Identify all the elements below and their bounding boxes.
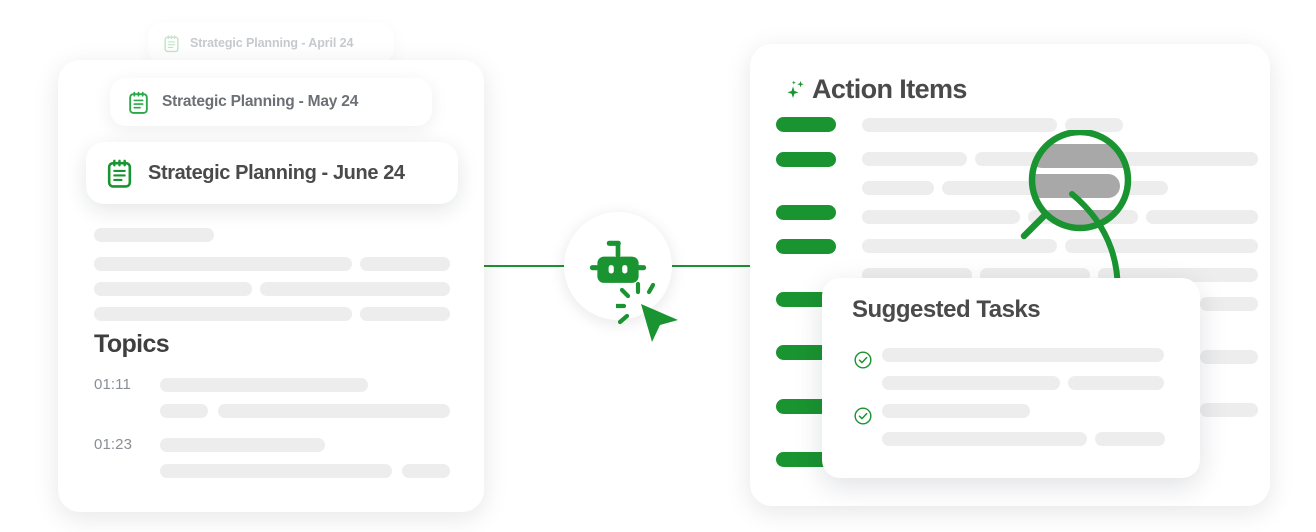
summary-skeleton-bar: [260, 282, 450, 296]
meeting-card-label: Strategic Planning - April 24: [190, 36, 354, 50]
suggested-task-skeleton-bar: [882, 404, 1030, 418]
action-item-skeleton-bar: [862, 181, 934, 195]
meeting-detail-body: Topics 01:11 01:23: [58, 60, 484, 512]
check-circle-icon[interactable]: [853, 350, 873, 370]
suggested-tasks-heading: Suggested Tasks: [852, 296, 1041, 323]
topic-skeleton-bar: [160, 464, 392, 478]
notepad-icon: [164, 34, 179, 52]
cursor-click-icon: [616, 282, 678, 342]
action-item-marker[interactable]: [776, 117, 836, 132]
meeting-card-label: Strategic Planning - June 24: [148, 161, 405, 184]
action-item-skeleton-bar: [862, 152, 967, 166]
check-circle-icon[interactable]: [853, 406, 873, 426]
notepad-icon: [129, 91, 148, 114]
connector-line-left: [484, 265, 566, 267]
topic-timestamp: 01:11: [94, 376, 131, 393]
suggested-task-skeleton-bar: [882, 376, 1060, 390]
meeting-card-april[interactable]: Strategic Planning - April 24: [148, 22, 394, 64]
summary-skeleton-bar: [94, 228, 214, 242]
summary-skeleton-bar: [94, 257, 352, 271]
meeting-card-june[interactable]: Strategic Planning - June 24: [86, 142, 458, 204]
action-items-heading: Action Items: [812, 74, 967, 104]
summary-skeleton-bar: [94, 282, 252, 296]
summary-skeleton-bar: [94, 307, 352, 321]
connector-line-right: [672, 265, 752, 267]
suggested-task-skeleton-bar: [882, 348, 1164, 362]
action-item-marker[interactable]: [776, 239, 836, 254]
suggested-task-skeleton-bar: [1068, 376, 1164, 390]
action-item-marker[interactable]: [776, 152, 836, 167]
action-item-skeleton-bar: [1200, 350, 1258, 364]
meeting-card-label: Strategic Planning - May 24: [162, 93, 359, 110]
topic-skeleton-bar: [160, 438, 325, 452]
meeting-card-may[interactable]: Strategic Planning - May 24: [110, 78, 432, 126]
notepad-icon: [107, 159, 132, 188]
topic-skeleton-bar: [218, 404, 450, 418]
action-item-marker[interactable]: [776, 205, 836, 220]
topic-skeleton-bar: [402, 464, 450, 478]
meeting-detail-panel: Topics 01:11 01:23: [58, 60, 484, 512]
action-item-skeleton-bar: [1200, 403, 1258, 417]
topic-timestamp: 01:23: [94, 436, 133, 453]
summary-skeleton-bar: [360, 307, 450, 321]
action-item-skeleton-bar: [862, 210, 1020, 224]
topic-skeleton-bar: [160, 404, 208, 418]
suggested-task-skeleton-bar: [1095, 432, 1165, 446]
suggested-task-skeleton-bar: [882, 432, 1087, 446]
action-item-skeleton-bar: [1200, 297, 1258, 311]
topic-skeleton-bar: [160, 378, 368, 392]
illustration-canvas: Strategic Planning - April 24 Topics 01:…: [0, 0, 1316, 532]
summary-skeleton-bar: [360, 257, 450, 271]
sparkle-icon: [787, 80, 804, 98]
topics-heading: Topics: [94, 330, 170, 358]
